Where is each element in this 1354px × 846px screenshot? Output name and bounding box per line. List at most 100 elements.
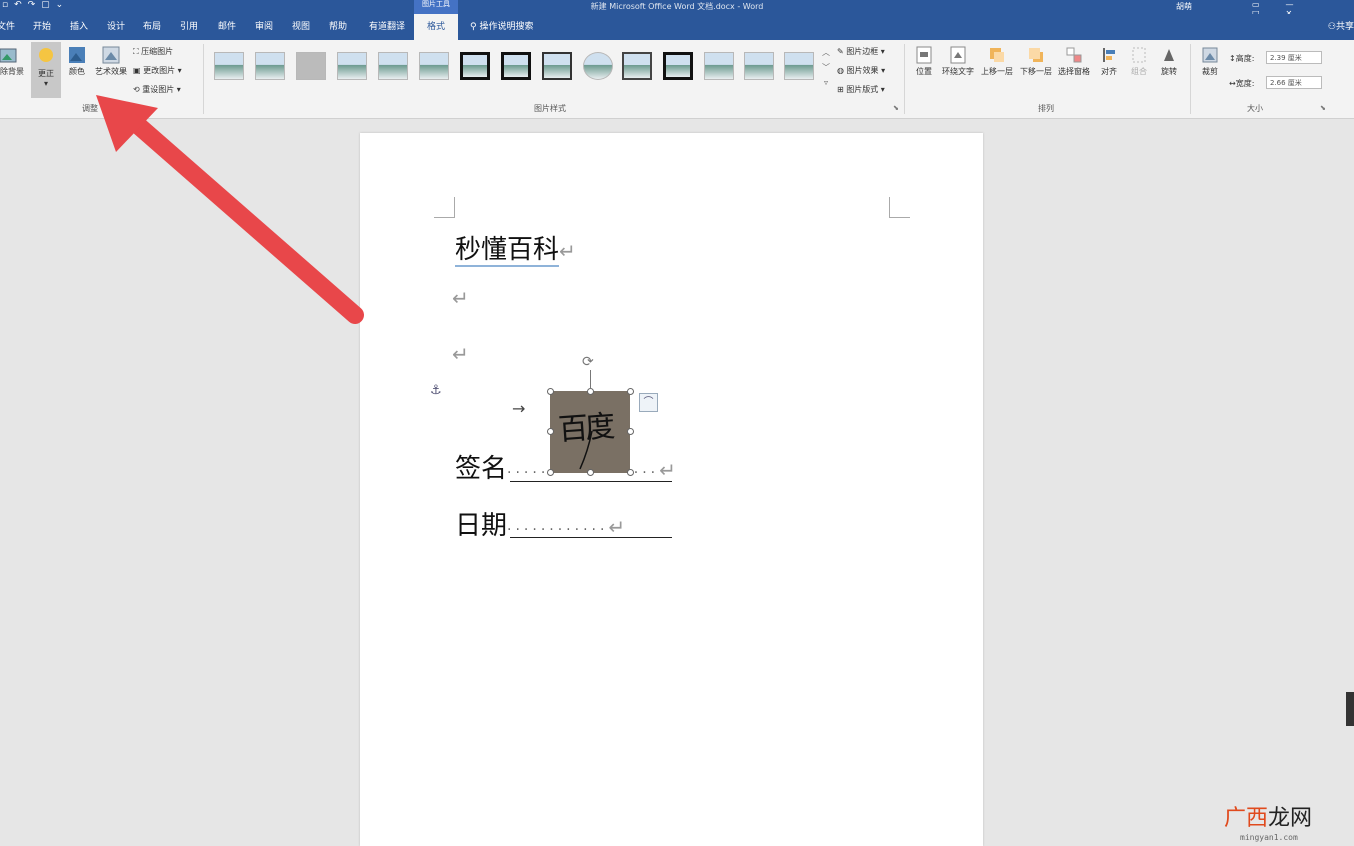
tab-file[interactable]: 文件 bbox=[0, 14, 18, 40]
align-button[interactable]: 对齐 bbox=[1096, 46, 1122, 77]
watermark-url: mingyan1.com bbox=[1240, 833, 1298, 842]
resize-handle[interactable] bbox=[627, 388, 634, 395]
picture-layout-button[interactable]: ⊞ 图片版式 ▾ bbox=[837, 84, 885, 95]
rotate-handle-icon[interactable]: ⟳ bbox=[582, 354, 594, 370]
paragraph-mark: ↵ bbox=[559, 239, 576, 263]
color-icon bbox=[69, 47, 85, 63]
share-button[interactable]: ⚇共享 bbox=[1328, 14, 1354, 40]
resize-handle[interactable] bbox=[547, 428, 554, 435]
resize-handle[interactable] bbox=[547, 469, 554, 476]
style-thumbnail[interactable] bbox=[255, 52, 285, 80]
remove-background-button[interactable]: 删除背景 bbox=[0, 46, 24, 77]
group-button[interactable]: 组合 bbox=[1126, 46, 1152, 77]
corrections-button[interactable]: 更正 ▾ bbox=[31, 42, 61, 98]
bring-forward-icon bbox=[990, 48, 1004, 62]
send-backward-icon bbox=[1029, 48, 1043, 62]
paragraph-mark: ↵ bbox=[608, 515, 626, 539]
tab-home[interactable]: 开始 bbox=[28, 14, 56, 40]
style-thumbnail[interactable] bbox=[214, 52, 244, 80]
document-page[interactable] bbox=[360, 133, 983, 846]
style-thumbnail[interactable] bbox=[583, 52, 613, 80]
tab-layout[interactable]: 布局 bbox=[137, 14, 167, 40]
compress-icon: ⛶ bbox=[133, 47, 142, 56]
crop-button[interactable]: 裁剪 bbox=[1197, 46, 1223, 77]
title-bar: ▫↶↷▢⌄ 图片工具 新建 Microsoft Office Word 文档.d… bbox=[0, 0, 1354, 18]
style-thumbnail[interactable] bbox=[704, 52, 734, 80]
rotation-handle-stem bbox=[590, 370, 591, 389]
group-label-size: 大小 bbox=[1247, 104, 1263, 113]
layout-options-icon[interactable]: ⌒ bbox=[639, 393, 658, 412]
paragraph-mark: ↵ bbox=[452, 342, 469, 366]
wrap-text-button[interactable]: 环绕文字 bbox=[939, 46, 977, 77]
style-thumbnail[interactable] bbox=[622, 52, 652, 80]
paragraph-mark: ↵ bbox=[659, 458, 676, 482]
tab-mailings[interactable]: 邮件 bbox=[212, 14, 242, 40]
resize-handle[interactable] bbox=[627, 469, 634, 476]
dialog-launcher-icon[interactable]: ⬊ bbox=[1320, 104, 1326, 112]
tab-youdao[interactable]: 有道翻译 bbox=[362, 14, 412, 40]
resize-handle[interactable] bbox=[587, 469, 594, 476]
group-icon bbox=[1132, 47, 1146, 63]
style-thumbnail[interactable] bbox=[296, 52, 326, 80]
crop-icon bbox=[1202, 47, 1218, 63]
resize-handle[interactable] bbox=[627, 428, 634, 435]
separator bbox=[1190, 44, 1191, 114]
style-thumbnail[interactable] bbox=[419, 52, 449, 80]
align-icon bbox=[1103, 48, 1115, 62]
dialog-launcher-icon[interactable]: ⬊ bbox=[893, 104, 899, 112]
color-button[interactable]: 颜色 bbox=[62, 46, 92, 77]
compress-pictures-button[interactable]: ⛶ 压缩图片 bbox=[133, 46, 173, 57]
style-thumbnail[interactable] bbox=[542, 52, 572, 80]
remove-background-icon bbox=[0, 48, 17, 63]
height-icon: ↕ bbox=[1229, 54, 1236, 63]
width-input[interactable]: 2.66 厘米 bbox=[1266, 76, 1322, 89]
margin-corner-mark bbox=[434, 197, 455, 218]
style-thumbnail[interactable] bbox=[460, 52, 490, 80]
style-thumbnail[interactable] bbox=[378, 52, 408, 80]
style-thumbnail[interactable] bbox=[744, 52, 774, 80]
user-name[interactable]: 胡萌 bbox=[1176, 1, 1192, 12]
art-effects-button[interactable]: 艺术效果 bbox=[92, 46, 130, 77]
tab-references[interactable]: 引用 bbox=[174, 14, 204, 40]
rotate-icon bbox=[1164, 49, 1174, 61]
height-input[interactable]: 2.39 厘米 bbox=[1266, 51, 1322, 64]
effects-icon: ◍ bbox=[837, 66, 847, 75]
style-thumbnail[interactable] bbox=[337, 52, 367, 80]
gallery-scroll[interactable]: ︿ ﹀ ▿ bbox=[820, 45, 832, 95]
picture-border-button[interactable]: ✎ 图片边框 ▾ bbox=[837, 46, 885, 57]
tab-review[interactable]: 审阅 bbox=[249, 14, 279, 40]
tab-insert[interactable]: 插入 bbox=[64, 14, 94, 40]
rotate-button[interactable]: 旋转 bbox=[1156, 46, 1182, 77]
signature-image[interactable]: 百度 bbox=[550, 391, 630, 473]
dropdown-caret-icon: ▾ bbox=[43, 79, 48, 88]
tab-help[interactable]: 帮助 bbox=[323, 14, 353, 40]
layout-icon: ⊞ bbox=[837, 85, 847, 94]
selection-pane-button[interactable]: 选择窗格 bbox=[1055, 46, 1093, 77]
scroll-marker[interactable] bbox=[1346, 692, 1354, 726]
width-icon: ↔ bbox=[1229, 79, 1236, 88]
position-button[interactable]: 位置 bbox=[910, 46, 938, 77]
tell-me-search[interactable]: ⚲ 操作说明搜索 bbox=[470, 14, 533, 40]
style-thumbnail[interactable] bbox=[501, 52, 531, 80]
tab-design[interactable]: 设计 bbox=[101, 14, 131, 40]
reset-picture-button[interactable]: ⟲ 重设图片 ▾ bbox=[133, 84, 181, 95]
site-watermark: 广西龙网 bbox=[1224, 806, 1313, 831]
picture-effects-button[interactable]: ◍ 图片效果 ▾ bbox=[837, 65, 885, 76]
position-icon bbox=[916, 46, 932, 64]
resize-handle[interactable] bbox=[547, 388, 554, 395]
tab-format[interactable]: 格式 bbox=[414, 14, 458, 40]
border-pen-icon: ✎ bbox=[837, 47, 847, 56]
style-thumbnail[interactable] bbox=[663, 52, 693, 80]
resize-handle[interactable] bbox=[587, 388, 594, 395]
style-thumbnail[interactable] bbox=[784, 52, 814, 80]
document-heading[interactable]: 秒懂百科↵ bbox=[455, 229, 576, 267]
dotted-leader: ············ bbox=[507, 522, 609, 538]
bring-forward-button[interactable]: 上移一层 bbox=[978, 46, 1016, 77]
send-backward-button[interactable]: 下移一层 bbox=[1017, 46, 1055, 77]
reset-picture-icon: ⟲ bbox=[133, 85, 143, 94]
tab-view[interactable]: 视图 bbox=[286, 14, 316, 40]
window-title: 新建 Microsoft Office Word 文档.docx - Word bbox=[590, 2, 764, 11]
change-picture-button[interactable]: ▣ 更改图片 ▾ bbox=[133, 65, 182, 76]
group-label-arrange: 排列 bbox=[1038, 104, 1054, 113]
tab-mark: → bbox=[512, 399, 526, 418]
